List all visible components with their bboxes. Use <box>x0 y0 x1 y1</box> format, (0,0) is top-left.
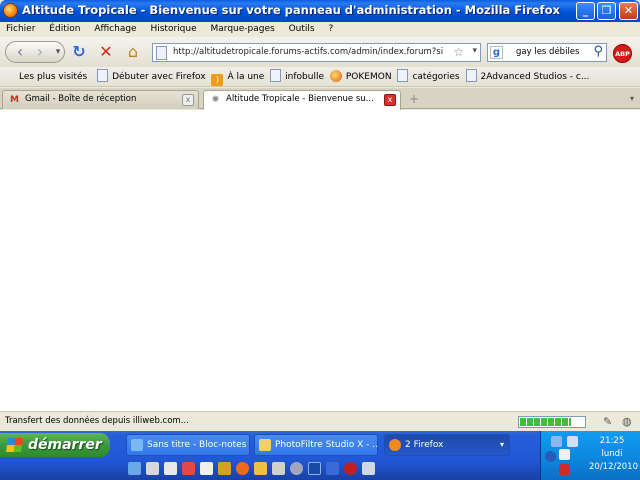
security-icon[interactable] <box>559 464 570 475</box>
url-input[interactable]: http://altitudetropicale.forums-actifs.c… <box>173 47 443 57</box>
back-icon[interactable]: ‹ <box>10 41 30 63</box>
bookmark-star-icon[interactable]: ☆ <box>453 45 464 59</box>
menu-bar: Fichier Édition Affichage Historique Mar… <box>0 22 640 37</box>
menu-help[interactable]: ? <box>328 22 333 37</box>
start-button[interactable]: démarrer <box>0 433 110 457</box>
loading-progress-bar <box>518 416 586 428</box>
close-tab-icon[interactable]: x <box>182 94 194 106</box>
url-bar[interactable]: http://altitudetropicale.forums-actifs.c… <box>152 43 481 62</box>
menu-affichage[interactable]: Affichage <box>94 22 136 37</box>
taskbar: démarrer Sans titre - Bloc-notes PhotoFi… <box>0 431 640 480</box>
document-icon[interactable] <box>146 462 159 475</box>
taskbar-item-photofiltre[interactable]: PhotoFiltre Studio X - ... <box>254 434 378 456</box>
tab-altitude-tropicale[interactable]: ✺ Altitude Tropicale - Bienvenue su... x <box>203 90 401 110</box>
menu-marque-pages[interactable]: Marque-pages <box>211 22 275 37</box>
page-content[interactable] <box>0 110 640 411</box>
bookmark-a-la-une[interactable]: ) À la une <box>211 67 264 87</box>
tab-label: Gmail - Boîte de réception <box>25 94 137 104</box>
url-dropdown-icon[interactable]: ▾ <box>472 46 477 56</box>
app-icon[interactable] <box>182 462 195 475</box>
tray-app-icon[interactable] <box>559 449 570 460</box>
navigation-toolbar: ‹ › ▾ ↻ ✕ ⌂ http://altitudetropicale.for… <box>0 37 640 67</box>
tab-list-icon[interactable]: ▾ <box>626 91 638 107</box>
bookmark-2advanced-studios[interactable]: 2Advanced Studios - c... <box>465 67 589 87</box>
window-icon[interactable] <box>326 462 339 475</box>
bookmark-pokemon[interactable]: POKEMON <box>329 67 392 87</box>
bookmarks-toolbar: Les plus visités Débuter avec Firefox ) À… <box>0 67 640 87</box>
pencil-icon[interactable]: ✎ <box>603 415 612 428</box>
stop-icon[interactable]: ✕ <box>96 41 116 63</box>
status-text: Transfert des données depuis illiweb.com… <box>5 416 189 426</box>
clock-time: 21:25 <box>599 436 625 446</box>
rss-icon: ) <box>211 74 224 86</box>
minimize-button[interactable]: _ <box>576 2 595 20</box>
taskbar-item-firefox-group[interactable]: 2 Firefox ▾ <box>384 434 510 456</box>
tab-gmail[interactable]: M Gmail - Boîte de réception x <box>2 90 199 109</box>
settings-icon[interactable] <box>362 462 375 475</box>
bookmark-categories[interactable]: catégories <box>397 67 460 87</box>
desktop-icon[interactable] <box>308 462 321 475</box>
system-tray: 21:25 lundi 20/12/2010 <box>540 431 640 480</box>
adblock-plus-icon[interactable]: ABP <box>613 44 632 63</box>
search-icon[interactable]: ⚲ <box>593 44 603 59</box>
firefox-icon <box>3 3 18 18</box>
firefox-quick-icon[interactable] <box>236 462 249 475</box>
close-button[interactable]: ✕ <box>619 2 638 20</box>
photofiltre-quick-icon[interactable] <box>218 462 231 475</box>
page-icon <box>270 69 282 82</box>
taskbar-item-notepad[interactable]: Sans titre - Bloc-notes <box>126 434 250 456</box>
group-dropdown-icon: ▾ <box>499 440 504 449</box>
clock-day: lundi <box>601 449 623 459</box>
maximize-button[interactable]: ❐ <box>597 2 616 20</box>
windows-logo-icon <box>6 438 23 452</box>
page-icon <box>97 69 109 82</box>
tab-label: Altitude Tropicale - Bienvenue su... <box>226 94 374 104</box>
network-icon[interactable] <box>551 436 562 447</box>
folder-icon[interactable] <box>272 462 285 475</box>
clock[interactable]: 21:25 lundi 20/12/2010 <box>589 435 638 474</box>
search-bar[interactable]: g gay les débiles ⚲ <box>487 43 607 62</box>
mail-icon[interactable] <box>254 462 267 475</box>
history-dropdown-icon[interactable]: ▾ <box>48 41 68 63</box>
window-title: Altitude Tropicale - Bienvenue sur votre… <box>22 3 560 17</box>
bookmark-debuter-avec-firefox[interactable]: Débuter avec Firefox <box>97 67 206 87</box>
status-circle-icon[interactable]: ◍ <box>622 415 632 428</box>
firefox-icon <box>329 70 342 82</box>
red-app-icon[interactable] <box>344 462 357 475</box>
progress-fill <box>520 418 572 426</box>
disc-icon[interactable] <box>290 462 303 475</box>
clock-date: 20/12/2010 <box>589 462 638 472</box>
bookmark-infobulle[interactable]: infobulle <box>270 67 324 87</box>
media-icon[interactable] <box>164 462 177 475</box>
page-icon <box>397 69 409 82</box>
reload-icon[interactable]: ↻ <box>69 41 89 63</box>
tab-strip: M Gmail - Boîte de réception x ✺ Altitud… <box>0 88 640 110</box>
menu-edition[interactable]: Édition <box>49 22 80 37</box>
loading-icon: ✺ <box>211 95 220 105</box>
gmail-icon: M <box>10 95 19 105</box>
expand-tray-icon[interactable] <box>545 451 556 462</box>
forward-icon[interactable]: › <box>30 41 50 63</box>
status-bar: Transfert des données depuis illiweb.com… <box>0 411 640 431</box>
google-icon[interactable]: g <box>490 46 503 59</box>
menu-fichier[interactable]: Fichier <box>6 22 35 37</box>
quick-launch-bar <box>124 460 384 478</box>
close-tab-icon[interactable]: x <box>384 94 396 106</box>
page-icon <box>465 69 477 82</box>
bookmark-les-plus-visites[interactable]: Les plus visités <box>19 67 87 87</box>
back-forward-group: ‹ › ▾ <box>5 41 65 63</box>
menu-historique[interactable]: Historique <box>150 22 196 37</box>
photofiltre-icon <box>259 439 271 451</box>
home-icon[interactable]: ⌂ <box>123 41 143 63</box>
notepad-quick-icon[interactable] <box>200 462 213 475</box>
page-icon <box>156 46 167 60</box>
search-input[interactable]: gay les débiles <box>516 47 579 57</box>
volume-icon[interactable] <box>567 436 578 447</box>
window-title-bar[interactable]: Altitude Tropicale - Bienvenue sur votre… <box>0 0 640 22</box>
firefox-icon <box>389 439 401 451</box>
new-tab-icon[interactable]: + <box>406 91 422 107</box>
menu-outils[interactable]: Outils <box>289 22 315 37</box>
notepad-icon <box>131 439 143 451</box>
ie-icon[interactable] <box>128 462 141 475</box>
